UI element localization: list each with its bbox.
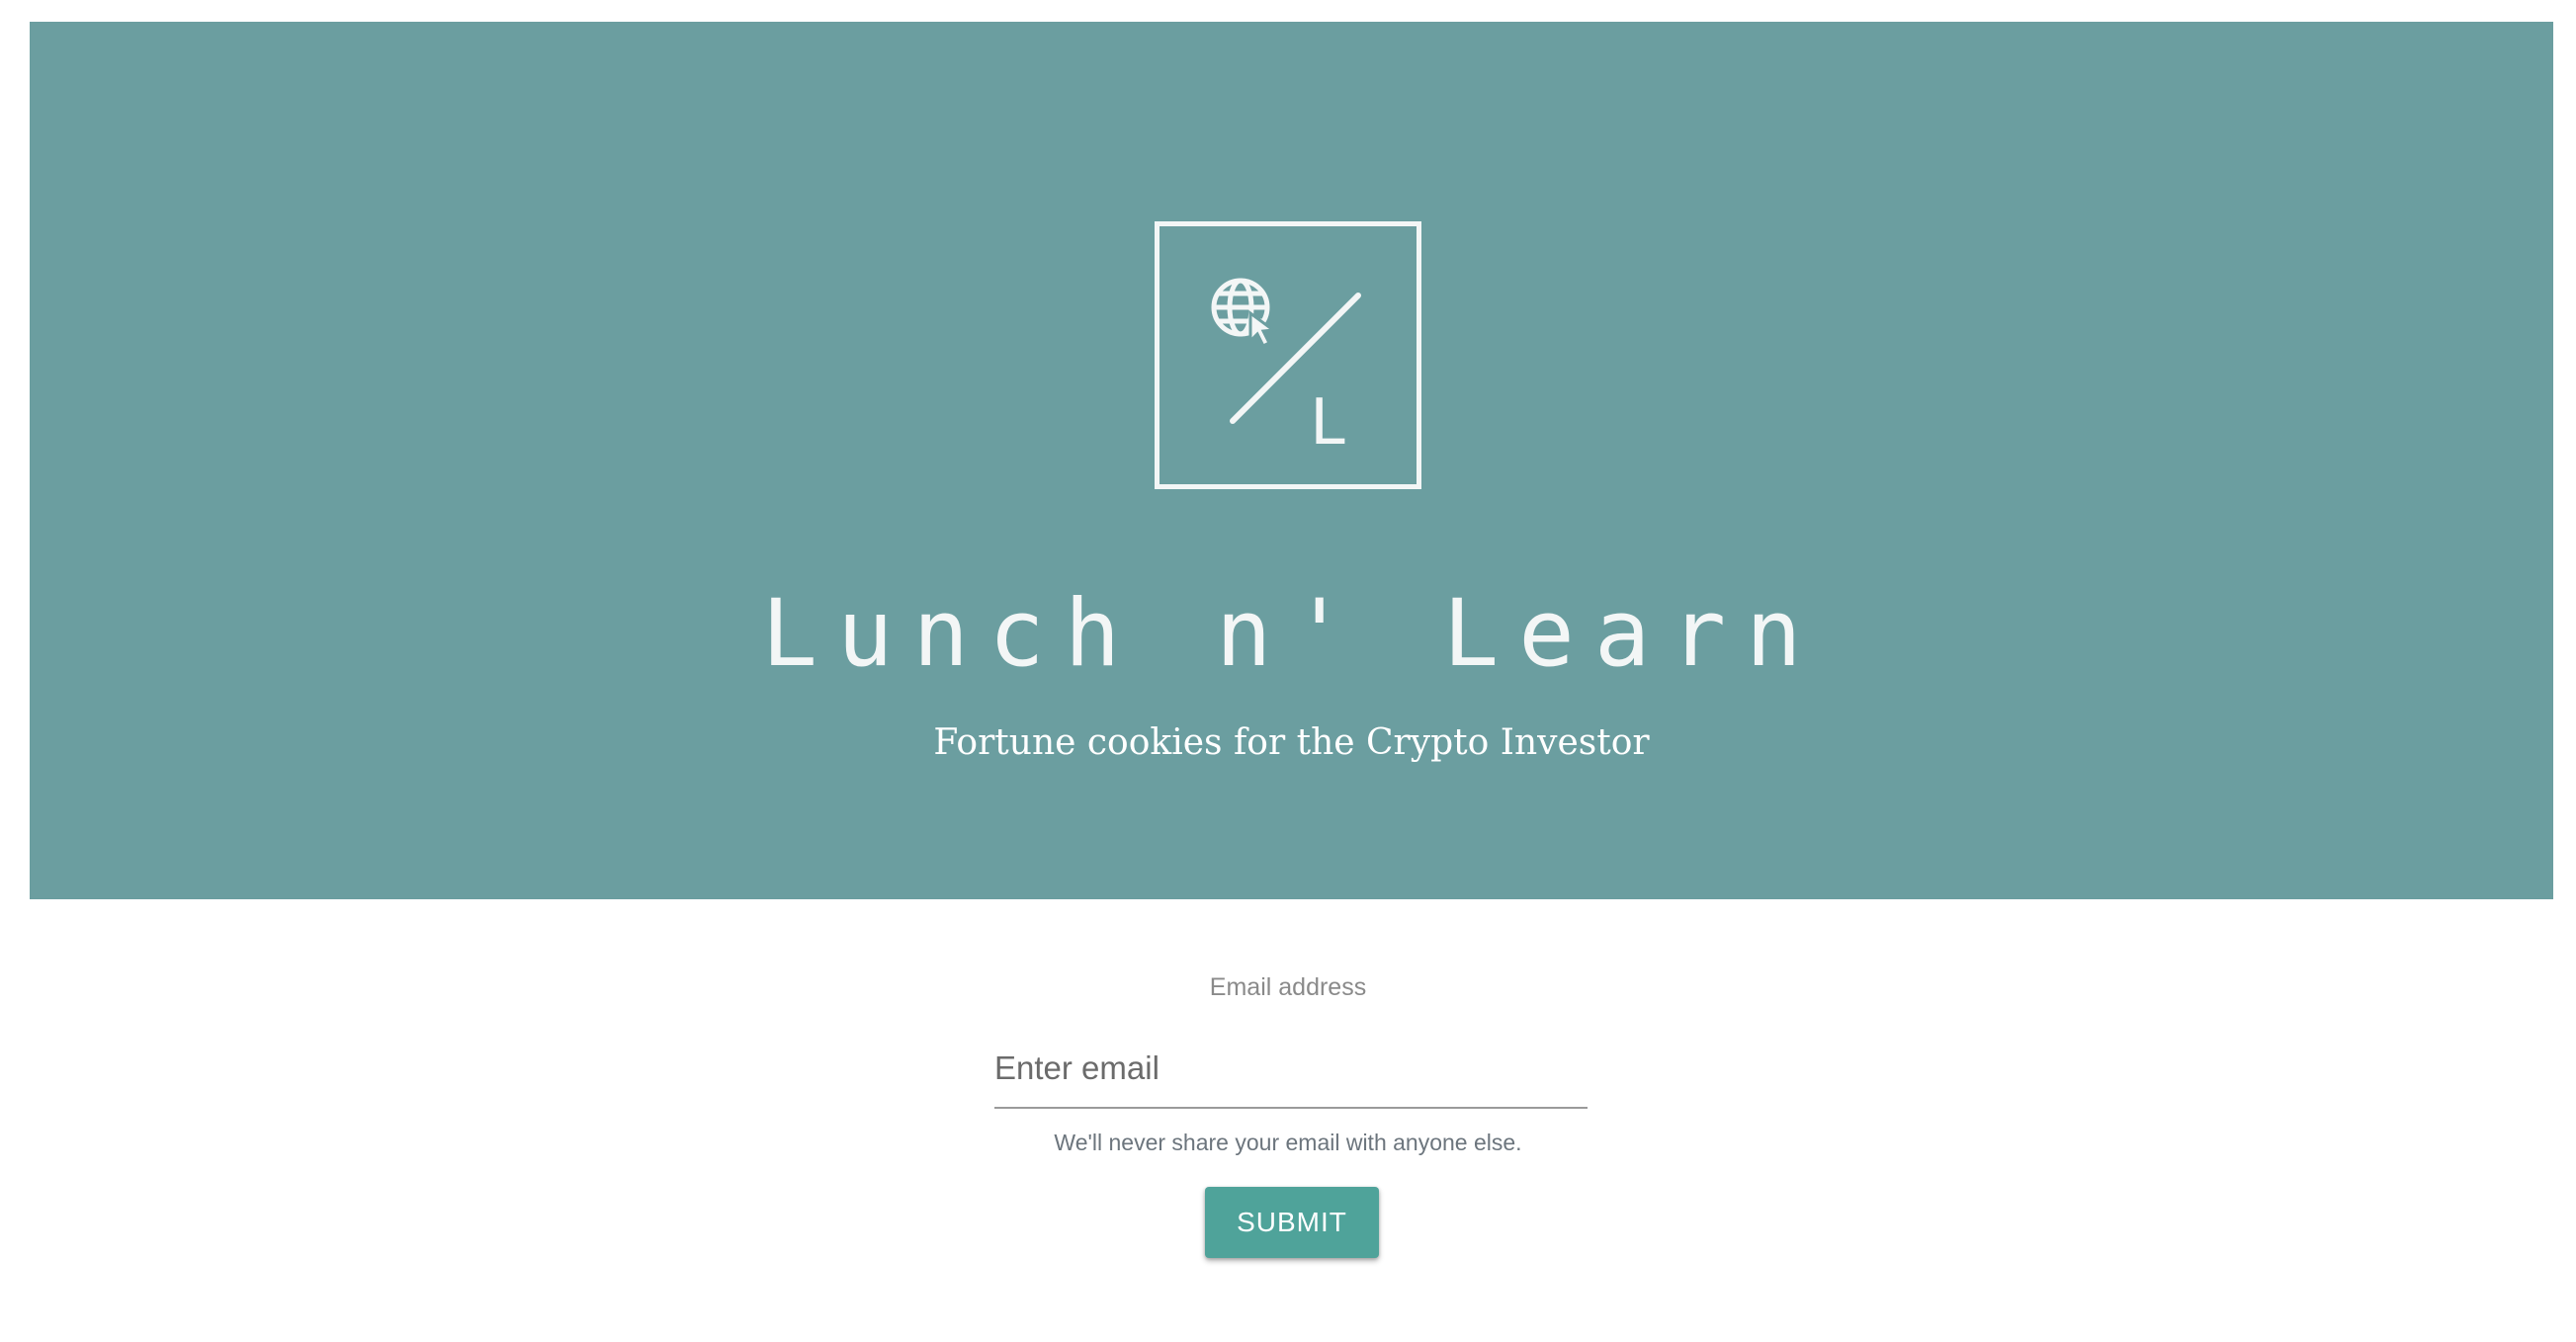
email-label: Email address [1209, 973, 1367, 1001]
email-help-text: We'll never share your email with anyone… [1054, 1130, 1522, 1155]
logo-graphic: L [1211, 278, 1361, 460]
email-field[interactable] [994, 1030, 1588, 1109]
logo-letter: L [1310, 386, 1348, 460]
site-logo: L [1155, 221, 1421, 489]
page-subtitle: Fortune cookies for the Crypto Investor [933, 722, 1650, 763]
hero-banner: L Lunch n' Learn Fortune cookies for the… [30, 22, 2553, 899]
page-title: Lunch n' Learn [761, 580, 1822, 688]
cursor-arrow-icon [1248, 310, 1278, 349]
submit-button[interactable]: SUBMIT [1205, 1187, 1379, 1258]
page: L Lunch n' Learn Fortune cookies for the… [0, 0, 2576, 1342]
